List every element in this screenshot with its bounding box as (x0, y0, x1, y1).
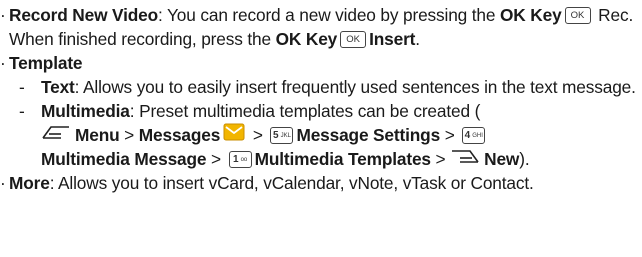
message-settings-label: Message Settings (296, 125, 441, 145)
template-title: Template (9, 53, 83, 73)
document-page: · Record New Video: You can record a new… (0, 0, 642, 257)
multimedia-title: Multimedia (41, 101, 130, 121)
text-title: Text (41, 77, 75, 97)
key-4-digit: 4 (464, 129, 471, 141)
ok-key-icon-2: OK (340, 30, 367, 48)
key-4-icon: 4 GHI (462, 126, 486, 144)
ok-key-icon: OK (564, 6, 591, 24)
separator: > (119, 125, 139, 145)
sub-item-text: - Text: Allows you to easily insert freq… (0, 75, 642, 99)
record-end: . (415, 29, 420, 49)
new-label: New (484, 149, 520, 169)
record-text-1: : You can record a new video by pressing… (158, 5, 500, 25)
dash-mark: - (19, 77, 25, 97)
more-desc: : Allows you to insert vCard, vCalendar,… (49, 173, 534, 193)
envelope-icon (223, 123, 245, 147)
separator: > (430, 149, 451, 169)
key-1-digit: 1 (233, 153, 239, 165)
multimedia-end: ). (519, 149, 530, 169)
multimedia-desc: : Preset multimedia templates can be cre… (129, 101, 481, 121)
dash-mark: - (19, 101, 25, 121)
bullet-mark: · (0, 173, 6, 193)
record-title: Record New Video (9, 5, 159, 25)
messages-label: Messages (138, 125, 221, 145)
ok-key-label-2: OK Key (275, 29, 338, 49)
bullet-record-new-video: · Record New Video: You can record a new… (0, 3, 642, 51)
key-1-icon: 1 oo (228, 150, 252, 168)
left-softkey-icon (41, 123, 71, 147)
key-1-letters: oo (240, 156, 248, 163)
bullet-template: · Template (0, 51, 642, 75)
menu-label: Menu (75, 125, 120, 145)
sub-item-multimedia: - Multimedia: Preset multimedia template… (0, 99, 642, 171)
bullet-mark: · (0, 5, 6, 25)
separator: > (440, 125, 460, 145)
insert-label: Insert (369, 29, 416, 49)
separator: > (248, 125, 268, 145)
key-5-digit: 5 (273, 129, 279, 141)
key-4-letters: GHI (472, 132, 483, 139)
more-title: More (9, 173, 50, 193)
bullet-mark: · (0, 53, 6, 73)
ok-key-label: OK Key (500, 5, 562, 25)
separator: > (206, 149, 226, 169)
key-5-icon: 5 JKL (270, 126, 294, 144)
multimedia-templates-label: Multimedia Templates (254, 149, 431, 169)
bullet-more: · More: Allows you to insert vCard, vCal… (0, 171, 642, 195)
key-5-letters: JKL (280, 132, 291, 139)
text-desc: : Allows you to easily insert frequently… (74, 77, 636, 97)
right-softkey-icon (450, 147, 480, 171)
multimedia-message-label: Multimedia Message (41, 149, 207, 169)
